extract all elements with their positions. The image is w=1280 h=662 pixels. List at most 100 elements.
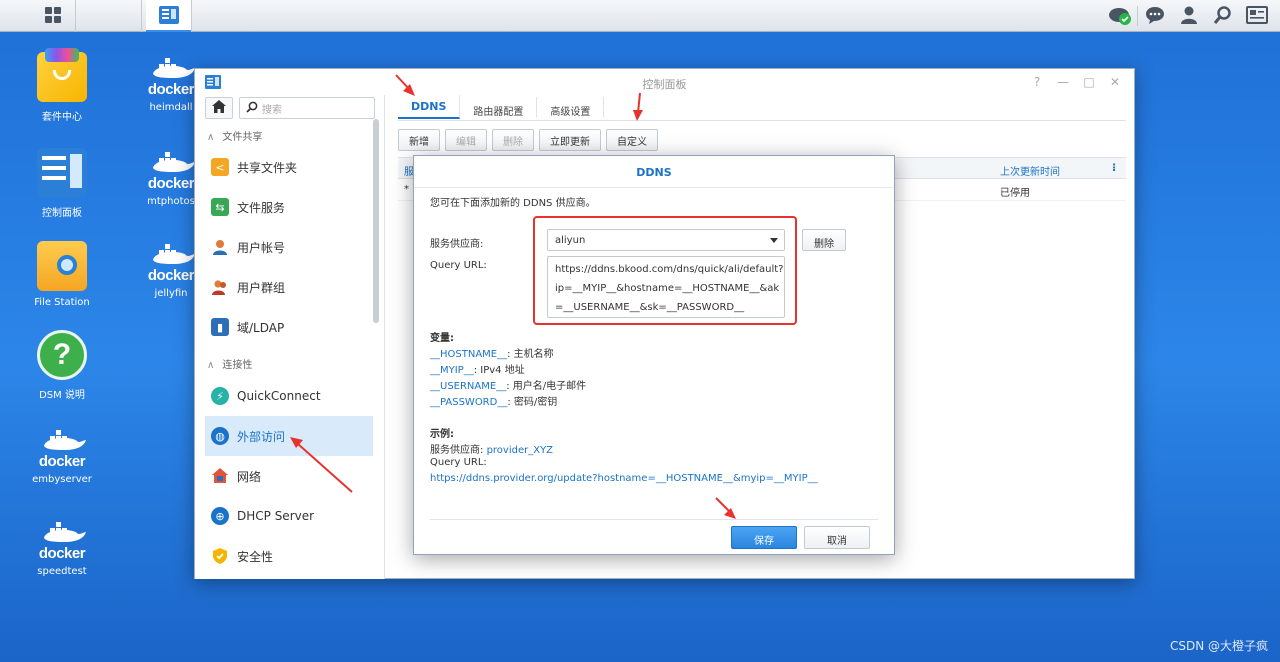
desktop-icon-control-panel[interactable]: 控制面板	[17, 148, 107, 219]
table-cell: *	[404, 184, 409, 195]
quickconnect-icon: ⚡	[211, 387, 229, 405]
tab-router-config[interactable]: 路由器配置	[460, 97, 538, 118]
desktop-icon-file-station[interactable]: File Station	[17, 241, 107, 308]
add-button[interactable]: 新增	[398, 129, 440, 151]
directory-icon: ▮	[211, 318, 229, 336]
query-url-label: Query URL:	[430, 260, 487, 271]
sidebar: 搜索 ∧ 文件共享 < 共享文件夹 ⇆ 文件服务 用户帐号 用户群组 ▮ 域/L…	[195, 95, 385, 579]
user-icon	[1179, 5, 1199, 28]
variable-key: __HOSTNAME__	[430, 349, 508, 360]
main-menu-button[interactable]	[30, 0, 76, 32]
home-button[interactable]	[205, 97, 233, 119]
sidebar-item-external-access[interactable]: ◍ 外部访问	[205, 416, 373, 456]
chevron-up-icon: ∧	[207, 132, 215, 143]
update-now-button[interactable]: 立即更新	[539, 129, 601, 151]
control-panel-icon	[37, 148, 87, 198]
column-header-last-update[interactable]: 上次更新时间	[1000, 163, 1060, 178]
customize-button[interactable]: 自定义	[606, 129, 658, 151]
desktop-icon-label: 控制面板	[42, 208, 82, 219]
variable-key: __MYIP__	[430, 365, 474, 376]
user-button[interactable]	[1172, 0, 1206, 32]
dhcp-icon: ⊕	[211, 507, 229, 525]
widgets-button[interactable]	[1240, 0, 1274, 32]
desktop-icon-label: 套件中心	[42, 112, 82, 123]
chevron-up-icon: ∧	[207, 360, 215, 371]
docker-icon: docker	[34, 520, 90, 562]
sidebar-item-network[interactable]: 网络	[205, 457, 373, 495]
help-button[interactable]: ?	[1030, 75, 1044, 89]
sidebar-item-file-services[interactable]: ⇆ 文件服务	[205, 188, 373, 226]
delete-button[interactable]: 删除	[492, 129, 534, 151]
folder-search-icon	[37, 241, 87, 291]
tab-ddns[interactable]: DDNS	[398, 95, 461, 119]
dialog-title: DDNS	[414, 156, 894, 188]
sidebar-item-label: 外部访问	[237, 429, 286, 444]
chat-button[interactable]	[1138, 0, 1172, 32]
taskbar-empty-slot[interactable]	[96, 0, 142, 32]
section-header-connectivity[interactable]: ∧ 连接性	[207, 356, 252, 371]
sidebar-item-label: 域/LDAP	[237, 320, 285, 335]
search-button[interactable]	[1206, 0, 1240, 32]
desktop-icon-speedtest[interactable]: docker speedtest	[17, 520, 107, 577]
docker-wordmark: docker	[38, 453, 86, 470]
desktop-icon-dsm-help[interactable]: ? DSM 说明	[17, 330, 107, 401]
desktop-icon-label: DSM 说明	[39, 390, 85, 401]
window-titlebar[interactable]: 控制面板 ? — □ ✕	[195, 69, 1134, 95]
maximize-button[interactable]: □	[1082, 75, 1096, 89]
tab-advanced[interactable]: 高级设置	[537, 97, 605, 118]
sidebar-item-shared-folder[interactable]: < 共享文件夹	[205, 148, 373, 186]
user-group-icon	[211, 278, 229, 296]
desktop-icon-embyserver[interactable]: docker embyserver	[17, 428, 107, 485]
desktop-icon-package-center[interactable]: 套件中心	[17, 48, 107, 123]
docker-wordmark: docker	[147, 175, 195, 192]
table-cell-last-update: 已停用	[1000, 188, 1030, 199]
cancel-button[interactable]: 取消	[804, 526, 870, 549]
section-label: 文件共享	[222, 132, 263, 143]
example-provider-label: 服务供应商:	[430, 445, 487, 456]
desktop-icon-label: embyserver	[32, 474, 92, 485]
variable-line: __HOSTNAME__: 主机名称	[430, 345, 554, 360]
minimize-button[interactable]: —	[1056, 75, 1070, 89]
query-url-line: ip=__MYIP__&hostname=__HOSTNAME__&ak	[555, 283, 780, 294]
watermark: CSDN @大橙子疯	[1169, 639, 1268, 653]
tab-bar: DDNS 路由器配置 高级设置	[398, 95, 1126, 121]
column-menu-icon[interactable]: ⁝	[1112, 161, 1116, 174]
taskbar-control-panel-button[interactable]	[146, 0, 192, 32]
sidebar-item-security[interactable]: 安全性	[205, 537, 373, 575]
example-query-url: https://ddns.provider.org/update?hostnam…	[430, 473, 818, 484]
example-title: 示例:	[430, 429, 454, 440]
toolbar: 新增 编辑 删除 立即更新 自定义	[398, 129, 658, 151]
grid-menu-icon	[44, 6, 62, 27]
control-panel-icon	[158, 4, 180, 29]
section-header-file-sharing[interactable]: ∧ 文件共享	[207, 128, 262, 143]
sidebar-search-input[interactable]: 搜索	[239, 97, 375, 119]
variable-desc: : IPv4 地址	[473, 365, 525, 376]
query-url-line: =__USERNAME__&sk=__PASSWORD__	[555, 302, 745, 313]
sidebar-scrollbar[interactable]	[373, 119, 379, 323]
network-house-icon	[211, 467, 229, 485]
cloud-sync-icon	[1107, 4, 1133, 29]
docker-icon: docker	[143, 242, 199, 284]
save-button[interactable]: 保存	[731, 526, 797, 549]
query-url-textarea[interactable]: https://ddns.bkood.com/dns/quick/ali/def…	[547, 256, 785, 318]
shield-icon	[211, 547, 229, 565]
help-icon: ?	[37, 330, 87, 380]
sidebar-item-domain-ldap[interactable]: ▮ 域/LDAP	[205, 308, 373, 346]
sidebar-item-user-group[interactable]: 用户群组	[205, 268, 373, 306]
cloud-sync-button[interactable]	[1103, 0, 1137, 32]
docker-icon: docker	[143, 150, 199, 192]
provider-select-value: aliyun	[555, 235, 586, 246]
provider-select[interactable]: aliyun	[547, 229, 785, 251]
variable-key: __PASSWORD__	[430, 397, 508, 408]
close-button[interactable]: ✕	[1108, 75, 1122, 89]
delete-provider-button[interactable]: 删除	[802, 229, 846, 251]
desktop-icon-label: speedtest	[37, 566, 87, 577]
sidebar-item-label: 安全性	[237, 549, 274, 564]
edit-button[interactable]: 编辑	[445, 129, 487, 151]
sidebar-item-dhcp-server[interactable]: ⊕ DHCP Server	[205, 497, 373, 535]
share-icon: <	[211, 158, 229, 176]
sidebar-item-quickconnect[interactable]: ⚡ QuickConnect	[205, 377, 373, 415]
sidebar-item-user-account[interactable]: 用户帐号	[205, 228, 373, 266]
file-services-icon: ⇆	[211, 198, 229, 216]
sidebar-item-label: 用户群组	[237, 280, 286, 295]
